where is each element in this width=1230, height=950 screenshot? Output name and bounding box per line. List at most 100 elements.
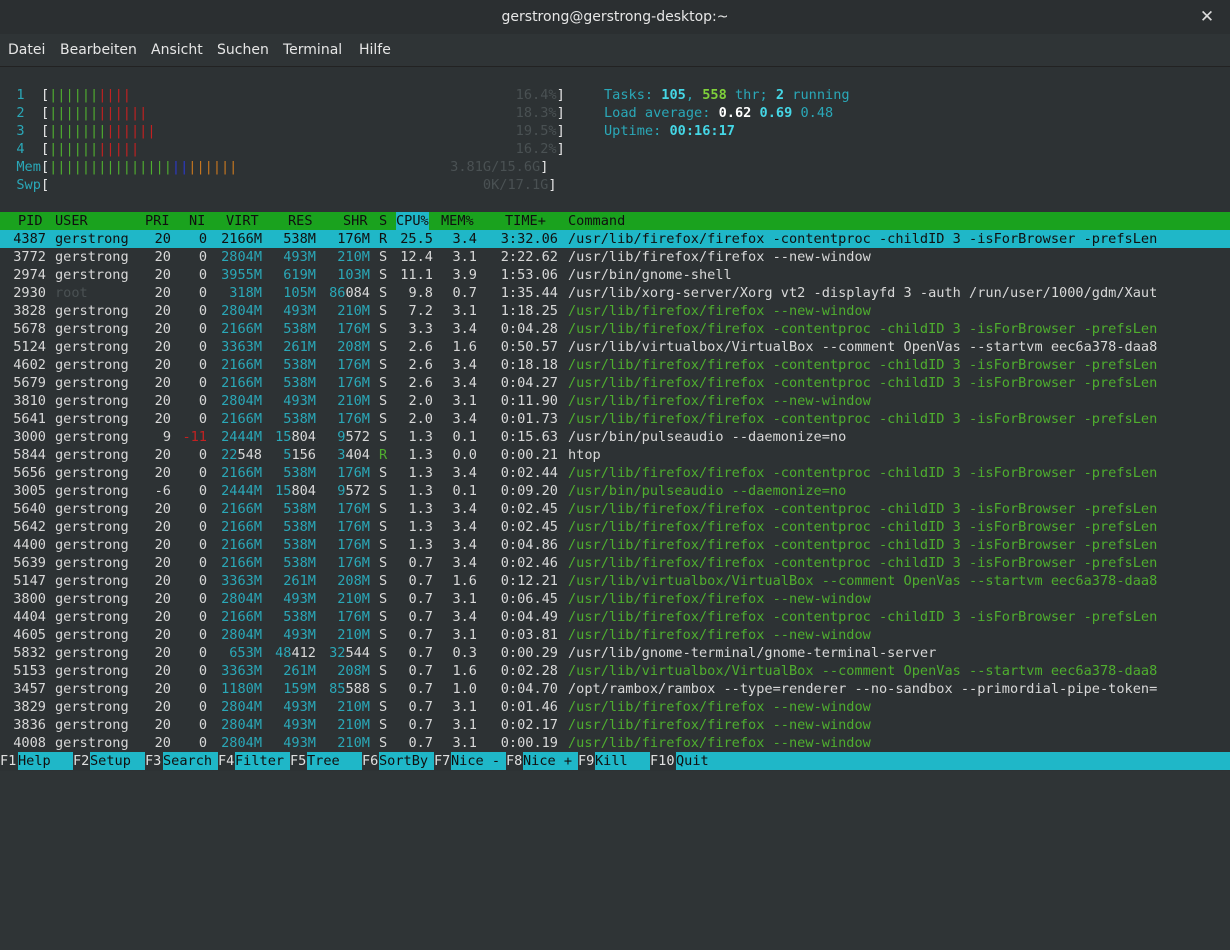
table-row[interactable]: 5147 gerstrong 20 0 3363M 261M 208M S 0.7 1.6 0:12… — [0, 572, 1230, 590]
table-row[interactable]: 4008 gerstrong 20 0 2804M 493M 210M S 0.7 3.1 0:00… — [0, 734, 1230, 752]
user-cell: gerstrong — [55, 627, 129, 643]
table-row[interactable]: 5844 gerstrong 20 0 22548 5156 3404 R 1.3 0.0 0:00… — [0, 446, 1230, 464]
pri-cell: 20 — [154, 645, 171, 661]
user-cell: gerstrong — [55, 681, 129, 697]
table-row[interactable]: 4602 gerstrong 20 0 2166M 538M 176M S 2.6 3.4 0:18… — [0, 356, 1230, 374]
table-row[interactable]: 4605 gerstrong 20 0 2804M 493M 210M S 0.7 3.1 0:03… — [0, 626, 1230, 644]
col-cpu[interactable]: CPU% — [396, 212, 429, 230]
col-mem[interactable]: MEM% — [441, 212, 474, 230]
f5-key: F5 — [290, 753, 307, 769]
menu-datei[interactable]: Datei — [8, 34, 45, 66]
mem-cell: 1.6 — [452, 663, 477, 679]
cpu-cell: 11.1 — [400, 267, 433, 283]
col-user[interactable]: USER — [55, 212, 88, 230]
table-row[interactable]: 3810 gerstrong 20 0 2804M 493M 210M S 2.0 3.1 0:11… — [0, 392, 1230, 410]
col-pri[interactable]: PRI — [145, 212, 170, 230]
table-row[interactable]: 3000 gerstrong 9 -11 2444M 15804 9572 S 1.3 0.1 0:… — [0, 428, 1230, 446]
table-row[interactable]: 4400 gerstrong 20 0 2166M 538M 176M S 1.3 3.4 0:04… — [0, 536, 1230, 554]
command-cell: /usr/lib/firefox/firefox -contentproc -c… — [568, 321, 1158, 337]
table-row[interactable]: 5678 gerstrong 20 0 2166M 538M 176M S 3.3 3.4 0:04… — [0, 320, 1230, 338]
setup-button[interactable]: Setup — [90, 752, 145, 770]
quit-button[interactable]: Quit — [676, 752, 1230, 770]
table-row[interactable]: 3828 gerstrong 20 0 2804M 493M 210M S 7.2 3.1 1:18… — [0, 302, 1230, 320]
cpu-cell: 2.0 — [408, 393, 433, 409]
table-row[interactable]: 5679 gerstrong 20 0 2166M 538M 176M S 2.6 3.4 0:04… — [0, 374, 1230, 392]
mem-cell: 3.4 — [452, 609, 477, 625]
table-row[interactable]: 5641 gerstrong 20 0 2166M 538M 176M S 2.0 3.4 0:01… — [0, 410, 1230, 428]
col-command[interactable]: Command — [568, 212, 625, 230]
menu-suchen[interactable]: Suchen — [217, 34, 269, 66]
table-row[interactable]: 3836 gerstrong 20 0 2804M 493M 210M S 0.7 3.1 0:02… — [0, 716, 1230, 734]
menu-bearbeiten[interactable]: Bearbeiten — [60, 34, 137, 66]
shr-cell: 176M — [337, 375, 370, 391]
table-row-selected[interactable]: 4387 gerstrong 20 0 2166M 538M 176M R 25.5 3.4 3:3… — [0, 230, 1230, 248]
time-cell: 0:04.49 — [500, 609, 558, 625]
user-cell: gerstrong — [55, 393, 129, 409]
command-cell: /usr/lib/firefox/firefox -contentproc -c… — [568, 555, 1158, 571]
nice-minus-button[interactable]: Nice - — [451, 752, 506, 770]
table-row[interactable]: 3005 gerstrong -6 0 2444M 15804 9572 S 1.3 0.1 0:0… — [0, 482, 1230, 500]
col-state[interactable]: S — [379, 212, 387, 230]
ni-cell: 0 — [198, 267, 207, 283]
mem-cell: 3.9 — [452, 267, 477, 283]
command-cell: /usr/lib/virtualbox/VirtualBox --comment… — [568, 339, 1158, 355]
tree-button[interactable]: Tree — [307, 752, 362, 770]
col-virt[interactable]: VIRT — [226, 212, 259, 230]
command-cell: /usr/lib/firefox/firefox --new-window — [568, 591, 871, 607]
table-row[interactable]: 5832 gerstrong 20 0 653M 48412 32544 S 0.7 0.3 0:0… — [0, 644, 1230, 662]
shr-cell: 176M — [337, 537, 370, 553]
shr-cell: 176M — [337, 411, 370, 427]
filter-button[interactable]: Filter — [235, 752, 290, 770]
command-cell: /usr/lib/firefox/firefox --new-window — [568, 249, 871, 265]
table-row[interactable]: 3800 gerstrong 20 0 2804M 493M 210M S 0.7 3.1 0:06… — [0, 590, 1230, 608]
ni-cell: 0 — [198, 339, 207, 355]
table-row[interactable]: 4404 gerstrong 20 0 2166M 538M 176M S 0.7 3.4 0:04… — [0, 608, 1230, 626]
nice-plus-button[interactable]: Nice + — [523, 752, 578, 770]
search-button[interactable]: Search — [163, 752, 218, 770]
ni-cell: 0 — [198, 519, 207, 535]
sortby-button[interactable]: SortBy — [379, 752, 434, 770]
table-row[interactable]: 3829 gerstrong 20 0 2804M 493M 210M S 0.7 3.1 0:01… — [0, 698, 1230, 716]
help-button[interactable]: Help — [18, 752, 73, 770]
table-row[interactable]: 3772 gerstrong 20 0 2804M 493M 210M S 12.4 3.1 2:2… — [0, 248, 1230, 266]
user-cell: gerstrong — [55, 303, 129, 319]
kill-button[interactable]: Kill — [595, 752, 650, 770]
table-row[interactable]: 5656 gerstrong 20 0 2166M 538M 176M S 1.3 3.4 0:02… — [0, 464, 1230, 482]
shr-cell: 210M — [337, 249, 370, 265]
menu-bar: Datei Bearbeiten Ansicht Suchen Terminal… — [0, 34, 1230, 67]
time-cell: 0:02.28 — [500, 663, 558, 679]
user-cell: gerstrong — [55, 249, 129, 265]
cpu-cell: 3.3 — [408, 321, 433, 337]
table-row[interactable]: 5642 gerstrong 20 0 2166M 538M 176M S 1.3 3.4 0:02… — [0, 518, 1230, 536]
virt-cell: 3955M — [221, 267, 262, 283]
ni-cell: 0 — [198, 321, 207, 337]
close-icon[interactable]: ✕ — [1194, 4, 1220, 30]
command-cell: /usr/lib/xorg-server/Xorg vt2 -displayfd… — [568, 285, 1158, 301]
table-row[interactable]: 3457 gerstrong 20 0 1180M 159M 85588 S 0.7 1.0 0:0… — [0, 680, 1230, 698]
pid-cell: 2974 — [13, 267, 46, 283]
f4-key: F4 — [218, 753, 235, 769]
menu-terminal[interactable]: Terminal — [283, 34, 342, 66]
table-row[interactable]: 5639 gerstrong 20 0 2166M 538M 176M S 0.7 3.4 0:02… — [0, 554, 1230, 572]
col-ni[interactable]: NI — [189, 212, 205, 230]
table-row[interactable]: 2974 gerstrong 20 0 3955M 619M 103M S 11.1 3.9 1:5… — [0, 266, 1230, 284]
table-row[interactable]: 5153 gerstrong 20 0 3363M 261M 208M S 0.7 1.6 0:02… — [0, 662, 1230, 680]
res-cell: 493M — [283, 393, 316, 409]
col-res[interactable]: RES — [288, 212, 313, 230]
command-cell: /usr/lib/firefox/firefox --new-window — [568, 699, 871, 715]
col-pid[interactable]: PID — [18, 212, 43, 230]
command-cell: /usr/bin/gnome-shell — [568, 267, 732, 283]
table-row[interactable]: 5124 gerstrong 20 0 3363M 261M 208M S 2.6 1.6 0:50… — [0, 338, 1230, 356]
command-cell: /usr/bin/pulseaudio --daemonize=no — [568, 483, 847, 499]
menu-hilfe[interactable]: Hilfe — [359, 34, 391, 66]
ni-cell: 0 — [198, 681, 207, 697]
pid-cell: 3810 — [13, 393, 46, 409]
col-time[interactable]: TIME+ — [505, 212, 546, 230]
mem-cell: 1.0 — [452, 681, 477, 697]
table-row[interactable]: 5640 gerstrong 20 0 2166M 538M 176M S 1.3 3.4 0:02… — [0, 500, 1230, 518]
shr-cell: 210M — [337, 303, 370, 319]
menu-ansicht[interactable]: Ansicht — [151, 34, 203, 66]
table-row[interactable]: 2930 root 20 0 318M 105M 86084 S 9.8 0.7 1:35.44/u… — [0, 284, 1230, 302]
pri-cell: 20 — [154, 357, 171, 373]
col-shr[interactable]: SHR — [343, 212, 368, 230]
